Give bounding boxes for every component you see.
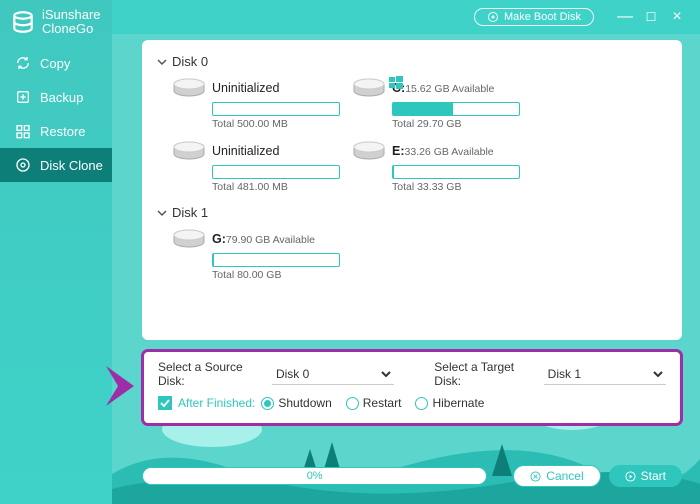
nav-item-copy[interactable]: Copy — [0, 46, 112, 80]
logo-icon — [10, 9, 36, 35]
target-disk-select[interactable]: Disk 1 — [544, 364, 666, 385]
windows-icon — [388, 75, 404, 96]
sidebar: iSunshareCloneGo Copy Backup Restore Disk C… — [0, 0, 112, 504]
disk-group-header[interactable]: Disk 1 — [156, 205, 668, 220]
after-finished-label: After Finished: — [178, 396, 255, 410]
progress-bar: 0% — [142, 467, 487, 485]
app-logo: iSunshareCloneGo — [0, 0, 112, 46]
disk-group-header[interactable]: Disk 0 — [156, 54, 668, 69]
drive-icon — [172, 228, 206, 250]
copy-icon — [14, 54, 32, 72]
drive-icon — [172, 77, 206, 99]
usage-bar — [212, 102, 340, 116]
progress-label: 0% — [143, 468, 486, 484]
titlebar: Make Boot Disk — ☐ × — [112, 0, 700, 34]
radio-hibernate[interactable]: Hibernate — [415, 396, 484, 410]
options-panel: Select a Source Disk: Disk 0 Select a Ta… — [142, 350, 682, 425]
volume-title: Uninitialized — [212, 144, 279, 158]
volume-title: C:15.62 GB Available — [392, 81, 494, 95]
radio-shutdown[interactable]: Shutdown — [261, 396, 331, 410]
drive-icon — [352, 140, 386, 162]
volume-total: Total 500.00 MB — [212, 118, 340, 130]
nav-item-label: Backup — [40, 90, 83, 105]
volume-item[interactable]: E:33.26 GB Available Total 33.33 GB — [352, 140, 520, 193]
radio-restart[interactable]: Restart — [346, 396, 402, 410]
volume-item[interactable]: Uninitialized Total 481.00 MB — [172, 140, 340, 193]
diskclone-icon — [14, 156, 32, 174]
usage-bar — [392, 165, 520, 179]
main-area: Disk 0 Uninitialized Total 500.00 MB C:15.6… — [112, 34, 700, 504]
maximize-button[interactable]: ☐ — [638, 10, 664, 24]
source-disk-select[interactable]: Disk 0 — [272, 364, 394, 385]
target-disk-label: Select a Target Disk: — [434, 360, 537, 388]
start-button[interactable]: Start — [609, 465, 682, 487]
disk-name: Disk 1 — [172, 205, 208, 220]
volume-item[interactable]: Uninitialized Total 500.00 MB — [172, 77, 340, 130]
radio-label: Restart — [363, 396, 402, 410]
disk-name: Disk 0 — [172, 54, 208, 69]
volume-total: Total 33.33 GB — [392, 181, 520, 193]
volume-total: Total 80.00 GB — [212, 269, 340, 281]
radio-icon — [261, 397, 274, 410]
usage-bar — [212, 253, 340, 267]
drive-icon — [172, 140, 206, 162]
play-icon — [625, 471, 636, 482]
nav-item-label: Copy — [40, 56, 70, 71]
drive-icon — [352, 77, 386, 99]
make-boot-disk-button[interactable]: Make Boot Disk — [474, 8, 594, 26]
disc-icon — [487, 11, 499, 23]
chevron-down-icon — [156, 207, 168, 219]
bottom-bar: 0% Cancel Start — [142, 460, 682, 492]
volume-total: Total 29.70 GB — [392, 118, 520, 130]
minimize-button[interactable]: — — [612, 8, 638, 26]
radio-icon — [415, 397, 428, 410]
close-button[interactable]: × — [664, 8, 690, 26]
volume-title: Uninitialized — [212, 81, 279, 95]
cancel-icon — [530, 471, 541, 482]
volume-title: G:79.90 GB Available — [212, 232, 315, 246]
chevron-down-icon — [156, 56, 168, 68]
after-finished-checkbox[interactable] — [158, 396, 172, 410]
radio-icon — [346, 397, 359, 410]
backup-icon — [14, 88, 32, 106]
nav-item-restore[interactable]: Restore — [0, 114, 112, 148]
usage-bar — [392, 102, 520, 116]
radio-label: Shutdown — [278, 396, 331, 410]
disk-list-panel: Disk 0 Uninitialized Total 500.00 MB C:15.6… — [142, 40, 682, 340]
restore-icon — [14, 122, 32, 140]
source-disk-label: Select a Source Disk: — [158, 360, 266, 388]
volume-total: Total 481.00 MB — [212, 181, 340, 193]
nav-item-label: Restore — [40, 124, 86, 139]
nav-item-diskclone[interactable]: Disk Clone — [0, 148, 112, 182]
volume-item[interactable]: G:79.90 GB Available Total 80.00 GB — [172, 228, 340, 281]
nav-item-label: Disk Clone — [40, 158, 103, 173]
nav-item-backup[interactable]: Backup — [0, 80, 112, 114]
usage-bar — [212, 165, 340, 179]
cancel-button[interactable]: Cancel — [513, 465, 600, 487]
radio-label: Hibernate — [432, 396, 484, 410]
volume-title: E:33.26 GB Available — [392, 144, 494, 158]
volume-item[interactable]: C:15.62 GB Available Total 29.70 GB — [352, 77, 520, 130]
callout-arrow-icon — [104, 364, 138, 408]
